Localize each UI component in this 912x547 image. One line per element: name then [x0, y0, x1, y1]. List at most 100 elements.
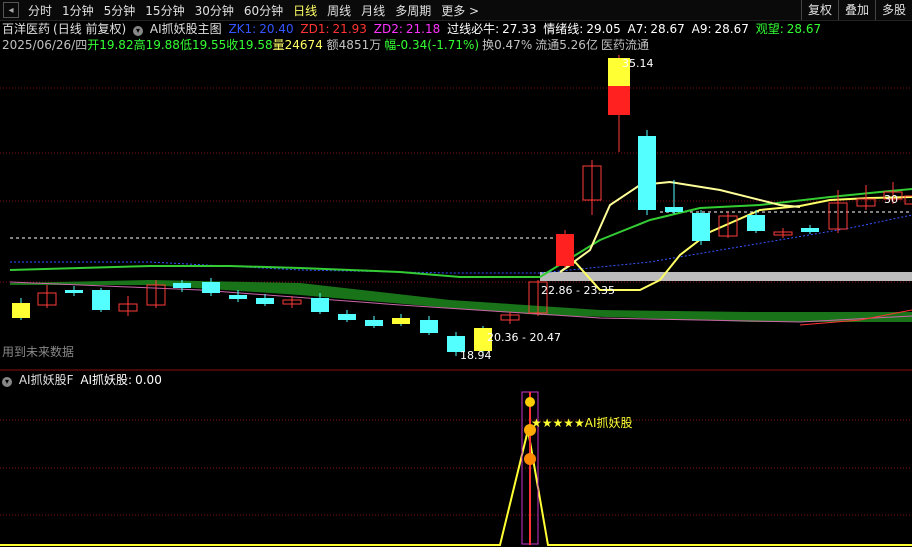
candle-body: [447, 336, 465, 352]
qingxu-value: 29.05: [586, 22, 621, 36]
candle-body: [65, 290, 83, 293]
a9-value: 28.67: [714, 22, 749, 36]
signal-bar: [521, 391, 539, 545]
period-tab[interactable]: 15分钟: [140, 2, 189, 19]
future-data-label: 用到未来数据: [2, 344, 74, 359]
zd1-label: ZD1:: [300, 22, 330, 36]
toolbar-right-button[interactable]: 多股: [874, 0, 912, 20]
quote-change: 幅-0.34(-1.71%): [384, 38, 480, 52]
quote-close: 收19.58: [226, 38, 273, 52]
candle-body: [665, 207, 683, 212]
candle-body: [773, 231, 793, 236]
quote-sector: 医药流通: [600, 38, 649, 52]
zk1-value: 20.40: [259, 22, 294, 36]
period-tab[interactable]: 更多 >: [436, 2, 484, 19]
period-toolbar: ◂ 分时 1分钟 5分钟 15分钟 30分钟 60分钟 日线 周线 月线 多周期 更多 > 复权 叠加…: [0, 0, 912, 21]
pink-line: [9, 281, 912, 323]
quote-line: 2025/06/26/四开19.82高19.88低19.55收19.58量246…: [2, 37, 652, 53]
candle-body: [420, 320, 438, 333]
green-ma-line: [9, 188, 912, 278]
indicator-dropdown-icon[interactable]: ▾: [133, 26, 144, 36]
a7-value: 28.67: [650, 22, 685, 36]
arrow-up-icon: [524, 453, 536, 465]
sub-value-label: AI抓妖股:: [80, 373, 133, 387]
guoxian-value: 27.33: [502, 22, 537, 36]
quote-turnover: 换0.47%: [482, 38, 533, 52]
candle-body: [608, 86, 630, 115]
candle-body: [146, 284, 166, 306]
period-tab[interactable]: 分时: [23, 2, 57, 19]
period-tabs: 分时 1分钟 5分钟 15分钟 30分钟 60分钟 日线 周线 月线 多周期 更多 >: [23, 2, 484, 19]
right-buttons: 复权 叠加 多股: [800, 0, 912, 20]
candle-body: [92, 290, 110, 310]
candle-body: [474, 328, 492, 351]
toolbar-right-button[interactable]: 复权: [800, 0, 838, 20]
low-price-label: 18.94: [460, 349, 492, 362]
candles-group: [12, 55, 912, 356]
candle-body: [828, 202, 848, 230]
candle-body-yellow: [608, 58, 630, 86]
quote-float: 流通5.26亿: [535, 38, 598, 52]
quote-low: 低19.55: [179, 38, 227, 52]
period-tab[interactable]: 60分钟: [239, 2, 288, 19]
period-tab[interactable]: 1分钟: [57, 2, 99, 19]
candle-body: [173, 283, 191, 288]
zd2-label: ZD2:: [373, 22, 403, 36]
candle-body: [692, 213, 710, 241]
candle-body: [856, 198, 876, 207]
collapse-toggle-icon[interactable]: ◂: [3, 2, 19, 18]
candle-body: [638, 136, 656, 210]
yellow-signal-line: [559, 196, 912, 291]
stock-name: 百洋医药: [2, 22, 51, 36]
period-tab[interactable]: 5分钟: [99, 2, 141, 19]
indicator-header: 百洋医药 (日线 前复权) ▾ AI抓妖股主图 ZK1: 20.40 ZD1: 21.…: [2, 21, 824, 37]
candle-body: [556, 234, 574, 266]
candle-body: [392, 318, 410, 324]
smile-icon: [524, 424, 536, 436]
period-note: (日线 前复权): [53, 22, 127, 36]
quote-high: 高19.88: [133, 38, 180, 52]
guoxian-label: 过线必牛:: [447, 22, 500, 36]
a7-label: A7:: [627, 22, 648, 36]
right-value-label: 30: [884, 193, 898, 206]
candlestick-chart[interactable]: 35.14 18.94 22.86 - 23.35 20.36 - 20.47 …: [0, 0, 912, 547]
signal-peak-line: [0, 429, 912, 546]
candle-body: [365, 320, 383, 326]
period-tab[interactable]: 多周期: [390, 2, 436, 19]
quote-amount: 额4851万: [326, 38, 382, 52]
period-tab[interactable]: 30分钟: [190, 2, 239, 19]
range2-label: 20.36 - 20.47: [487, 331, 561, 344]
sub-indicator-dropdown-icon[interactable]: ▾: [2, 377, 12, 387]
candle-body: [12, 303, 30, 318]
period-tab[interactable]: 日线: [288, 2, 322, 19]
main-indicator-name[interactable]: AI抓妖股主图: [150, 22, 222, 36]
candle-body: [801, 228, 819, 232]
candle-body: [883, 191, 903, 200]
zk1-label: ZK1:: [228, 22, 257, 36]
quote-open: 开19.82: [87, 38, 134, 52]
sub-panel-header: ▾ AI抓妖股F AI抓妖股: 0.00: [2, 372, 165, 388]
candle-body: [256, 298, 274, 304]
candle-body: [202, 282, 220, 293]
quote-date: 2025/06/26/四: [2, 38, 88, 52]
guanwang-value: 28.67: [786, 22, 822, 36]
quote-volume: 量24674: [272, 38, 323, 52]
candle-body: [582, 165, 602, 201]
money-bag-icon: [525, 397, 535, 407]
period-tab[interactable]: 月线: [356, 2, 390, 19]
candle-body: [747, 215, 765, 231]
candle-body: [338, 314, 356, 320]
green-trend-band: [10, 280, 912, 322]
grey-support-band: [540, 272, 912, 281]
signal-text: ★★★★★AI抓妖股: [531, 416, 633, 430]
candle-body: [528, 281, 548, 314]
sub-indicator-name[interactable]: AI抓妖股F: [19, 373, 74, 387]
a9-label: A9:: [691, 22, 712, 36]
candle-body: [718, 215, 738, 237]
candle-body: [500, 314, 520, 321]
red-trend-line: [799, 309, 912, 326]
toolbar-right-button[interactable]: 叠加: [837, 0, 875, 20]
qingxu-label: 情绪线:: [543, 22, 584, 36]
candle-body: [229, 295, 247, 299]
period-tab[interactable]: 周线: [322, 2, 356, 19]
